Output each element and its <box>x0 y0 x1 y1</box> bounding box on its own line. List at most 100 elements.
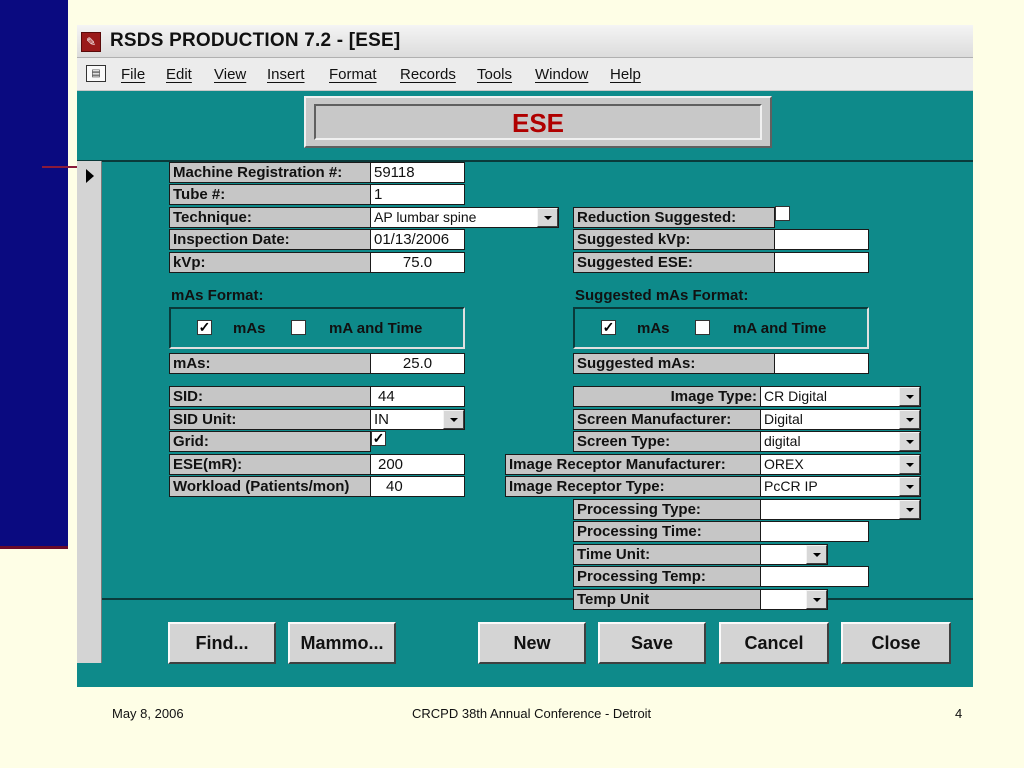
reduction-suggested-label: Reduction Suggested: <box>573 207 775 228</box>
find-button[interactable]: Find... <box>168 622 276 664</box>
image-receptor-type-select[interactable]: PcCR IP <box>760 476 921 497</box>
ese-mr-label: ESE(mR): <box>169 454 371 475</box>
mas-checkbox[interactable]: ✓ <box>197 320 212 335</box>
form-title: ESE <box>511 108 565 138</box>
processing-time-label: Processing Time: <box>573 521 761 542</box>
form-view-icon[interactable]: ▤ <box>86 65 106 82</box>
kvp-label: kVp: <box>169 252 371 273</box>
suggested-mas-checkbox-label: mAs <box>637 320 670 337</box>
suggested-kvp-label: Suggested kVp: <box>573 229 775 250</box>
screen-type-label: Screen Type: <box>573 431 761 452</box>
menu-insert[interactable]: Insert <box>267 66 305 83</box>
image-receptor-type-label: Image Receptor Type: <box>505 476 761 497</box>
suggested-ese-field[interactable] <box>774 252 869 273</box>
save-button[interactable]: Save <box>598 622 706 664</box>
screen-manufacturer-dropdown-arrow-icon[interactable] <box>899 410 920 429</box>
app-window: ✎ RSDS PRODUCTION 7.2 - [ESE] ▤ File Edi… <box>77 25 973 687</box>
machine-registration-label: Machine Registration #: <box>169 162 371 183</box>
workload-field[interactable]: 40 <box>370 476 465 497</box>
image-receptor-manufacturer-dropdown-arrow-icon[interactable] <box>899 455 920 474</box>
image-receptor-manufacturer-label: Image Receptor Manufacturer: <box>505 454 761 475</box>
inspection-date-field[interactable]: 01/13/2006 <box>370 229 465 250</box>
slide-accent-line <box>42 166 78 168</box>
image-type-select[interactable]: CR Digital <box>760 386 921 407</box>
window-title: RSDS PRODUCTION 7.2 - [ESE] <box>110 30 401 51</box>
suggested-ma-and-time-checkbox[interactable] <box>695 320 710 335</box>
grid-label: Grid: <box>169 431 371 452</box>
temp-unit-label: Temp Unit <box>573 589 761 610</box>
suggested-mas-field[interactable] <box>774 353 869 374</box>
image-type-label: Image Type: <box>573 386 761 407</box>
suggested-ese-label: Suggested ESE: <box>573 252 775 273</box>
menu-window[interactable]: Window <box>535 66 588 83</box>
suggested-mas-label: Suggested mAs: <box>573 353 775 374</box>
title-bar: ✎ RSDS PRODUCTION 7.2 - [ESE] <box>77 25 973 58</box>
slide-left-bar-underline <box>0 546 68 549</box>
technique-label: Technique: <box>169 207 371 228</box>
current-record-arrow-icon <box>86 169 94 183</box>
form-header: ESE <box>304 96 772 148</box>
footer-date: May 8, 2006 <box>112 706 184 721</box>
detail-bottom-divider <box>77 598 973 600</box>
tube-field[interactable]: 1 <box>370 184 465 205</box>
suggested-mas-format-group: ✓ mAs mA and Time <box>573 307 869 349</box>
menu-bar: ▤ File Edit View Insert Format Records T… <box>77 58 973 91</box>
image-receptor-type-dropdown-arrow-icon[interactable] <box>899 477 920 496</box>
menu-edit[interactable]: Edit <box>166 66 192 83</box>
menu-file[interactable]: File <box>121 66 145 83</box>
technique-dropdown-arrow-icon[interactable] <box>537 208 558 227</box>
sid-unit-dropdown-arrow-icon[interactable] <box>443 410 464 429</box>
menu-records[interactable]: Records <box>400 66 456 83</box>
image-type-dropdown-arrow-icon[interactable] <box>899 387 920 406</box>
screen-type-select[interactable]: digital <box>760 431 921 452</box>
record-selector[interactable] <box>77 161 102 663</box>
sid-field[interactable]: 44 <box>370 386 465 407</box>
screen-manufacturer-select[interactable]: Digital <box>760 409 921 430</box>
screen-type-dropdown-arrow-icon[interactable] <box>899 432 920 451</box>
app-key-icon[interactable]: ✎ <box>81 32 101 52</box>
cancel-button[interactable]: Cancel <box>719 622 829 664</box>
ma-and-time-checkbox[interactable] <box>291 320 306 335</box>
sid-label: SID: <box>169 386 371 407</box>
technique-select[interactable]: AP lumbar spine <box>370 207 559 228</box>
suggested-kvp-field[interactable] <box>774 229 869 250</box>
ese-mr-field[interactable]: 200 <box>370 454 465 475</box>
machine-registration-field[interactable]: 59118 <box>370 162 465 183</box>
menu-help[interactable]: Help <box>610 66 641 83</box>
suggested-mas-checkbox[interactable]: ✓ <box>601 320 616 335</box>
mas-field[interactable]: 25.0 <box>370 353 465 374</box>
ma-and-time-label: mA and Time <box>329 320 423 337</box>
menu-tools[interactable]: Tools <box>477 66 512 83</box>
processing-temp-field[interactable] <box>760 566 869 587</box>
processing-type-label: Processing Type: <box>573 499 761 520</box>
mas-checkbox-label: mAs <box>233 320 266 337</box>
menu-format[interactable]: Format <box>329 66 377 83</box>
slide-left-bar <box>0 0 68 548</box>
new-button[interactable]: New <box>478 622 586 664</box>
processing-time-field[interactable] <box>760 521 869 542</box>
footer-page-number: 4 <box>955 706 963 721</box>
time-unit-label: Time Unit: <box>573 544 761 565</box>
processing-temp-label: Processing Temp: <box>573 566 761 587</box>
suggested-ma-and-time-label: mA and Time <box>733 320 827 337</box>
sid-unit-label: SID Unit: <box>169 409 371 430</box>
mammo-button[interactable]: Mammo... <box>288 622 396 664</box>
form-header-inner: ESE <box>314 104 762 140</box>
workload-label: Workload (Patients/mon) <box>169 476 371 497</box>
close-button[interactable]: Close <box>841 622 951 664</box>
processing-type-select[interactable] <box>760 499 921 520</box>
suggested-mas-format-title: Suggested mAs Format: <box>575 287 749 304</box>
screen-manufacturer-label: Screen Manufacturer: <box>573 409 761 430</box>
image-receptor-manufacturer-select[interactable]: OREX <box>760 454 921 475</box>
reduction-suggested-checkbox[interactable] <box>775 206 790 221</box>
mas-format-group: ✓ mAs mA and Time <box>169 307 465 349</box>
mas-label: mAs: <box>169 353 371 374</box>
mas-format-title: mAs Format: <box>171 287 264 304</box>
time-unit-dropdown-arrow-icon[interactable] <box>806 545 827 564</box>
menu-view[interactable]: View <box>214 66 246 83</box>
processing-type-dropdown-arrow-icon[interactable] <box>899 500 920 519</box>
kvp-field[interactable]: 75.0 <box>370 252 465 273</box>
grid-checkbox[interactable]: ✓ <box>371 431 386 446</box>
footer-conference: CRCPD 38th Annual Conference - Detroit <box>412 706 652 721</box>
temp-unit-dropdown-arrow-icon[interactable] <box>806 590 827 609</box>
